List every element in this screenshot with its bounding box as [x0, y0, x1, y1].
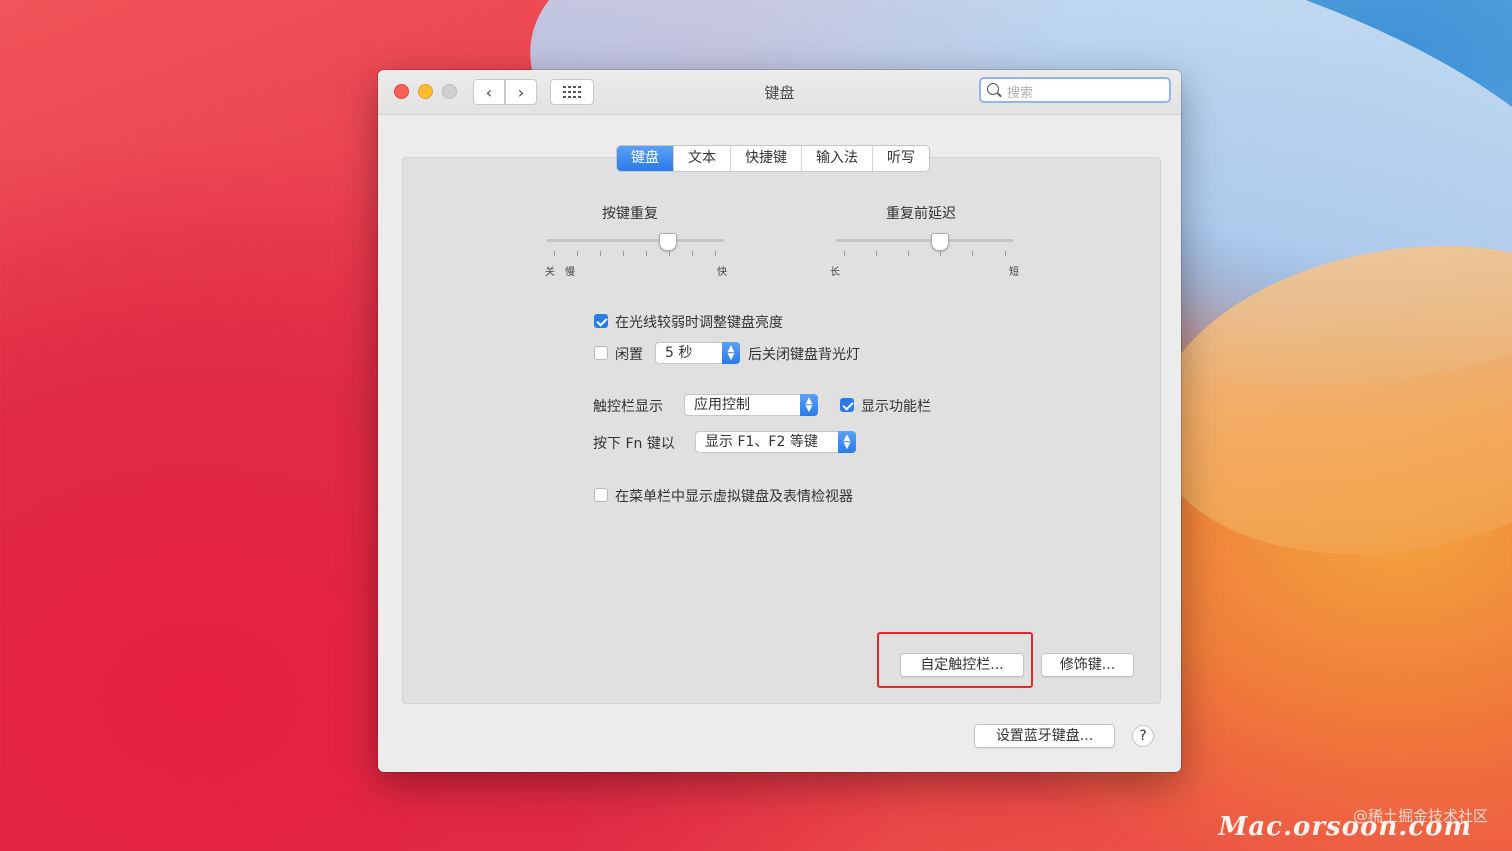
tab-bar: 键盘 文本 快捷键 输入法 听写 — [616, 145, 930, 172]
tab-keyboard[interactable]: 键盘 — [617, 146, 674, 171]
slider-tick — [715, 251, 716, 256]
delay-until-repeat-slider-thumb[interactable] — [931, 233, 950, 251]
tab-dictation[interactable]: 听写 — [873, 146, 929, 171]
search-placeholder: 搜索 — [1007, 86, 1034, 101]
delay-until-repeat-label: 重复前延迟 — [886, 206, 956, 222]
stepper-arrows-icon: ▲ ▼ — [800, 394, 818, 416]
search-icon — [987, 83, 999, 95]
slider-tick — [908, 251, 909, 256]
show-keyboard-viewer-checkbox[interactable] — [594, 488, 608, 502]
slider-tick — [600, 251, 601, 256]
press-fn-label: 按下 Fn 键以 — [593, 436, 675, 452]
tab-text[interactable]: 文本 — [674, 146, 731, 171]
show-control-strip-checkbox[interactable] — [840, 398, 854, 412]
key-repeat-slow-label: 慢 — [565, 267, 575, 278]
slider-tick — [940, 251, 941, 256]
key-repeat-label: 按键重复 — [602, 206, 658, 222]
delay-short-label: 短 — [1009, 267, 1019, 278]
help-button[interactable]: ? — [1132, 725, 1154, 747]
stepper-arrows-icon: ▲ ▼ — [722, 342, 740, 364]
slider-tick — [554, 251, 555, 256]
touchbar-shows-select[interactable]: 应用控制 ▲ ▼ — [684, 394, 818, 416]
show-control-strip-label: 显示功能栏 — [861, 399, 931, 415]
backlight-timeout-value: 5 秒 — [665, 345, 693, 361]
backlight-off-prefix: 闲置 — [615, 347, 643, 363]
slider-tick — [577, 251, 578, 256]
slider-tick — [972, 251, 973, 256]
site-watermark: Mac.orsoon.com — [1218, 812, 1472, 842]
key-repeat-track[interactable] — [546, 239, 724, 242]
slider-tick — [1005, 251, 1006, 256]
key-repeat-fast-label: 快 — [717, 267, 727, 278]
slider-tick — [669, 251, 670, 256]
show-keyboard-viewer-label: 在菜单栏中显示虚拟键盘及表情检视器 — [615, 489, 853, 505]
press-fn-value: 显示 F1、F2 等键 — [705, 434, 818, 450]
customize-touchbar-button[interactable]: 自定触控栏... — [900, 653, 1024, 677]
setup-bluetooth-keyboard-button[interactable]: 设置蓝牙键盘... — [974, 724, 1115, 748]
search-field[interactable]: 搜索 — [979, 77, 1171, 103]
modifier-keys-button[interactable]: 修饰键... — [1041, 653, 1134, 677]
touchbar-shows-value: 应用控制 — [694, 397, 750, 413]
backlight-timeout-select[interactable]: 5 秒 ▲ ▼ — [655, 342, 740, 364]
touchbar-shows-label: 触控栏显示 — [593, 399, 663, 415]
slider-tick — [844, 251, 845, 256]
keyboard-preferences-window: ‹ › 键盘 搜索 键盘 文本 快捷键 输入法 听写 按键重复 关 慢 快 重复… — [378, 70, 1181, 772]
titlebar: ‹ › 键盘 搜索 — [378, 70, 1181, 115]
backlight-off-checkbox[interactable] — [594, 346, 608, 360]
backlight-off-suffix: 后关闭键盘背光灯 — [748, 347, 860, 363]
tab-shortcuts[interactable]: 快捷键 — [731, 146, 802, 171]
key-repeat-slider-thumb[interactable] — [659, 233, 678, 251]
delay-until-repeat-track[interactable] — [836, 239, 1014, 242]
key-repeat-off-label: 关 — [545, 267, 555, 278]
delay-long-label: 长 — [830, 267, 840, 278]
slider-tick — [623, 251, 624, 256]
adjust-brightness-checkbox[interactable] — [594, 314, 608, 328]
adjust-brightness-label: 在光线较弱时调整键盘亮度 — [615, 315, 783, 331]
stepper-arrows-icon: ▲ ▼ — [838, 431, 856, 453]
slider-tick — [646, 251, 647, 256]
slider-tick — [876, 251, 877, 256]
tab-input-sources[interactable]: 输入法 — [802, 146, 873, 171]
slider-tick — [692, 251, 693, 256]
press-fn-select[interactable]: 显示 F1、F2 等键 ▲ ▼ — [695, 431, 856, 453]
